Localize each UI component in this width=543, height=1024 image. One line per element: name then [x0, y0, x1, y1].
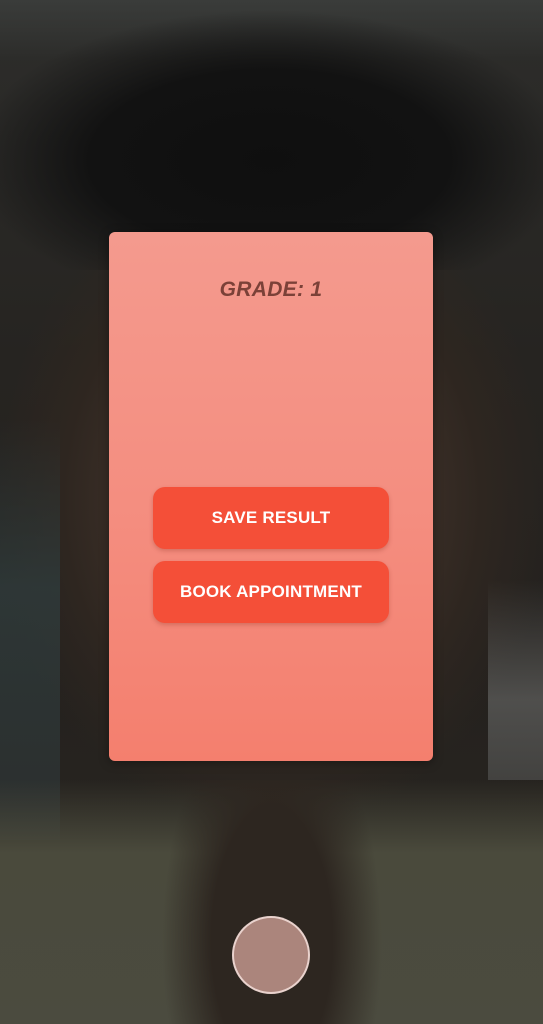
book-appointment-button[interactable]: BOOK APPOINTMENT: [153, 561, 389, 623]
grade-label: GRADE: 1: [219, 278, 323, 301]
camera-feed-background-right: [488, 580, 543, 780]
result-card: GRADE: 1 SAVE RESULT BOOK APPOINTMENT: [109, 232, 433, 761]
circle-shutter-icon[interactable]: [232, 916, 310, 994]
camera-feed-background-left: [0, 420, 60, 840]
camera-feed-subject: [0, 10, 543, 270]
save-result-button[interactable]: SAVE RESULT: [153, 487, 389, 549]
camera-screen: GRADE: 1 SAVE RESULT BOOK APPOINTMENT: [0, 0, 543, 1024]
